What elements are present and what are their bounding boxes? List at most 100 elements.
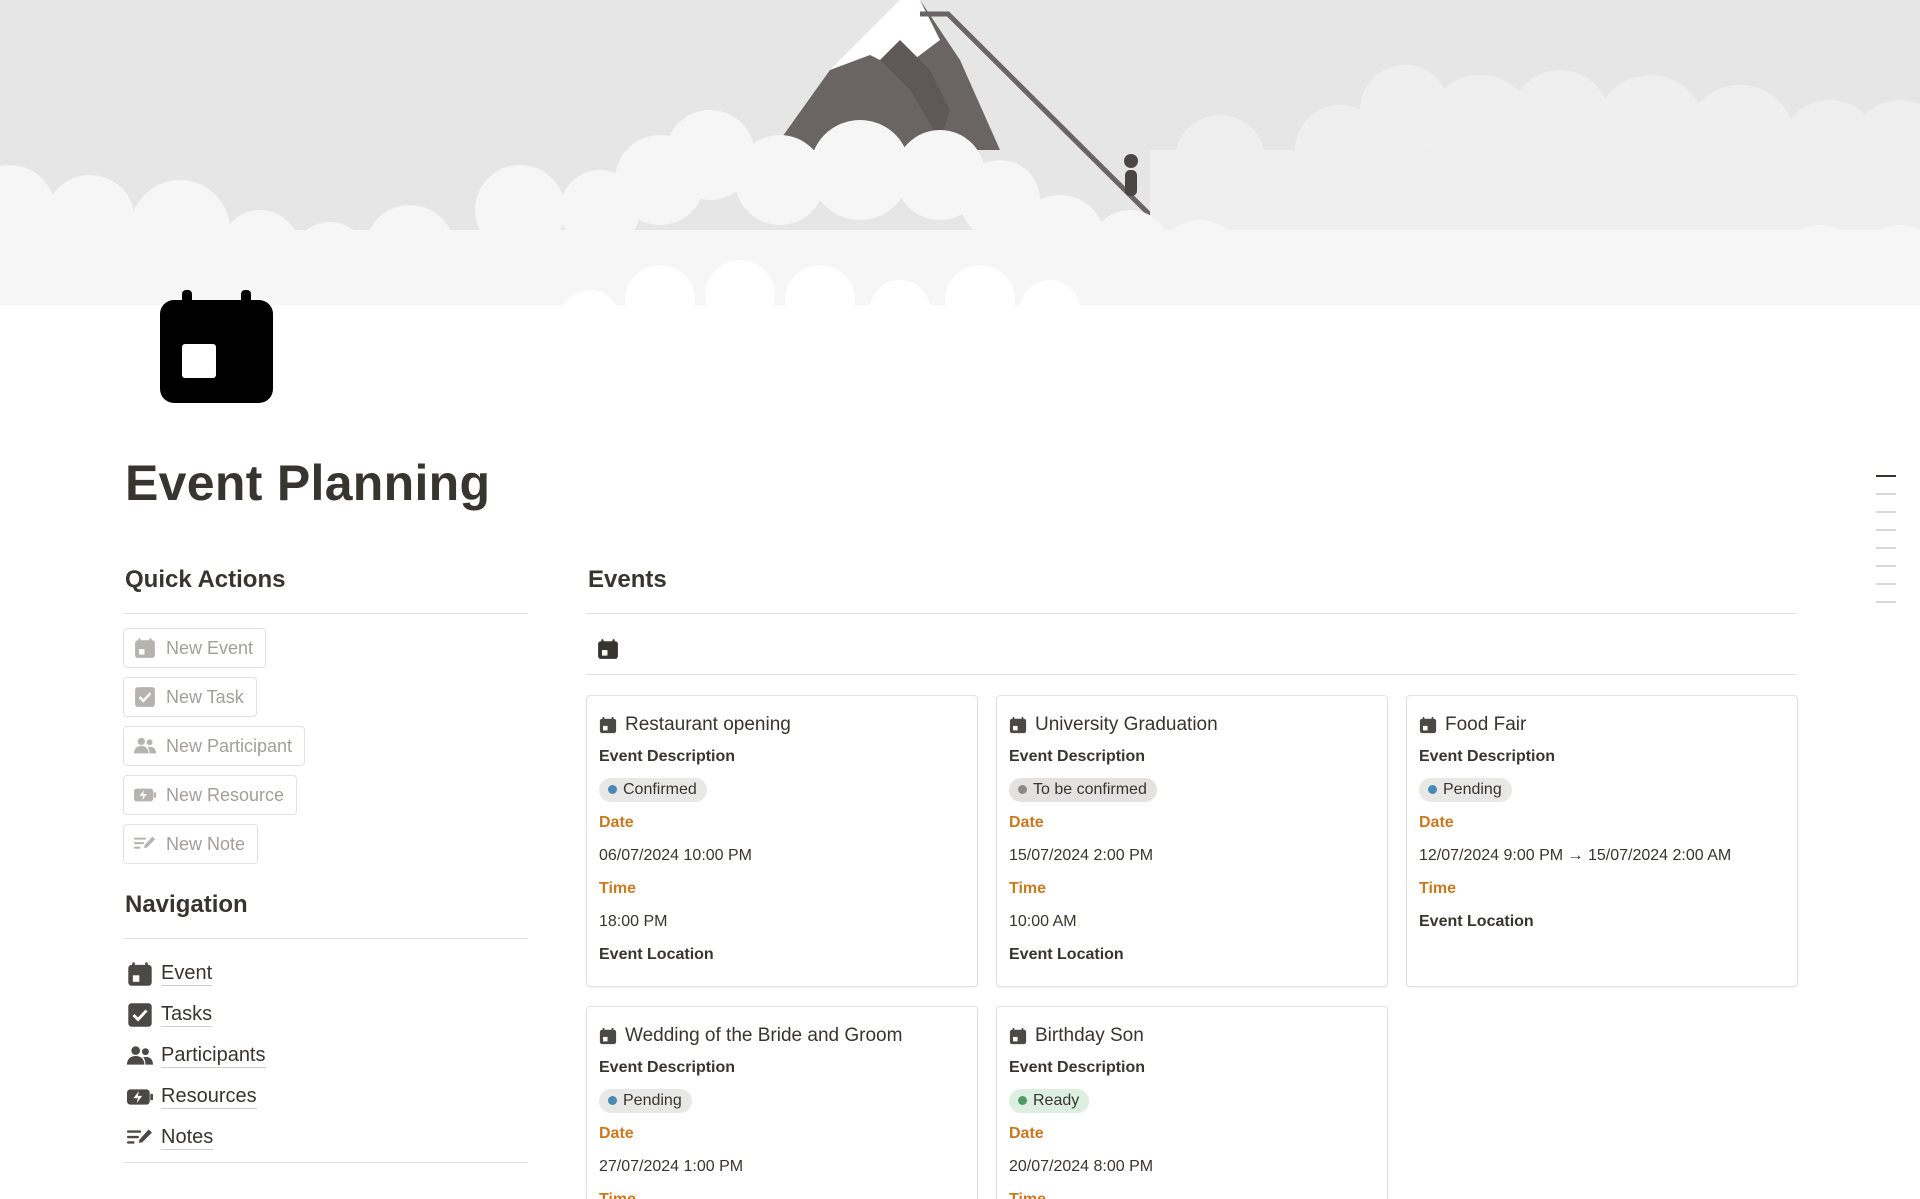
calendar-icon [1009, 716, 1027, 734]
edit-lines-icon [134, 836, 156, 849]
date-label: Date [599, 1125, 634, 1142]
calendar-icon [599, 716, 617, 734]
status-badge: Pending [1419, 777, 1512, 802]
edit-lines-icon [127, 1128, 152, 1144]
checkbox-icon [128, 1002, 152, 1027]
calendar-icon[interactable] [160, 290, 273, 403]
navigation-heading: Navigation [125, 891, 248, 918]
new-event-label: New Event [166, 637, 254, 658]
time-label: Time [1009, 880, 1047, 897]
quick-actions-divider [123, 613, 528, 614]
event-description-label: Event Description [599, 748, 736, 765]
events-divider [586, 613, 1797, 614]
date-label: Date [1009, 814, 1044, 831]
nav-item-label[interactable]: Event [161, 961, 213, 986]
event-date: 27/07/2024 1:00 PM [599, 1158, 744, 1175]
event-date: 20/07/2024 8:00 PM [1009, 1158, 1154, 1175]
new-participant-label: New Participant [166, 735, 293, 756]
event-location-label: Event Location [1419, 913, 1534, 930]
toc-line[interactable] [1876, 511, 1896, 513]
toc-line[interactable] [1876, 601, 1896, 603]
status-badge: Ready [1009, 1088, 1090, 1113]
nav-item-tasks[interactable]: Tasks [127, 994, 527, 1035]
people-icon [127, 1045, 153, 1065]
calendar-icon [128, 961, 152, 986]
nav-item-event[interactable]: Event [127, 953, 527, 994]
page: Event Planning Quick Actions New Event N… [0, 0, 1920, 1199]
new-event-button[interactable]: New Event [123, 628, 267, 668]
event-card[interactable]: Birthday Son Event Description Ready Dat… [996, 1006, 1388, 1199]
event-description-label: Event Description [599, 1059, 736, 1076]
event-card[interactable]: Restaurant opening Event Description Con… [586, 695, 978, 987]
table-of-contents[interactable] [1876, 475, 1896, 619]
date-label: Date [1009, 1125, 1044, 1142]
event-card[interactable]: University Graduation Event Description … [996, 695, 1388, 987]
calendar-icon [1419, 716, 1437, 734]
status-badge: Pending [599, 1088, 692, 1113]
nav-item-resources[interactable]: Resources [127, 1076, 527, 1117]
new-note-label: New Note [166, 833, 246, 854]
calendar-icon [599, 1027, 617, 1045]
toc-line[interactable] [1876, 583, 1896, 585]
event-date: 15/07/2024 2:00 PM [1009, 847, 1154, 864]
time-label: Time [599, 880, 637, 897]
event-card[interactable]: Food Fair Event Description Pending Date… [1406, 695, 1798, 987]
view-tabs-divider [586, 674, 1797, 675]
nav-item-label[interactable]: Resources [161, 1084, 257, 1109]
toc-line[interactable] [1876, 475, 1896, 477]
event-description-label: Event Description [1009, 1059, 1146, 1076]
calendar-icon [135, 638, 155, 658]
event-card-title: Birthday Son [1035, 1025, 1144, 1046]
time-label: Time [1009, 1183, 1375, 1199]
quick-actions-list: New Event New Task New Participant New R… [123, 628, 528, 873]
status-badge: Confirmed [599, 777, 707, 802]
event-card-title: Wedding of the Bride and Groom [625, 1025, 903, 1046]
nav-item-label[interactable]: Notes [161, 1125, 214, 1150]
calendar-icon [1009, 1027, 1027, 1045]
new-task-button[interactable]: New Task [123, 677, 257, 717]
nav-item-notes[interactable]: Notes [127, 1117, 527, 1158]
page-title[interactable]: Event Planning [125, 454, 490, 512]
event-card-title: Restaurant opening [625, 714, 791, 735]
calendar-view-tab[interactable] [597, 638, 619, 660]
time-label: Time [1419, 880, 1457, 897]
navigation-divider [123, 938, 528, 939]
events-heading: Events [588, 566, 667, 593]
checkbox-icon [135, 687, 155, 707]
event-description-label: Event Description [1009, 748, 1146, 765]
event-date: 06/07/2024 10:00 PM [599, 847, 753, 864]
event-time: 10:00 AM [1009, 913, 1077, 930]
navigation-list: Event Tasks Participants Resources Notes [127, 953, 527, 1158]
date-label: Date [599, 814, 634, 831]
event-description-label: Event Description [1419, 748, 1556, 765]
event-card-title: University Graduation [1035, 714, 1218, 735]
event-card[interactable]: Wedding of the Bride and Groom Event Des… [586, 1006, 978, 1199]
time-label: Time [599, 1183, 965, 1199]
event-location-label: Event Location [599, 946, 714, 963]
new-participant-button[interactable]: New Participant [123, 726, 306, 766]
toc-line[interactable] [1876, 493, 1896, 495]
battery-bolt-icon [134, 788, 156, 802]
new-task-label: New Task [166, 686, 244, 707]
nav-item-label[interactable]: Participants [161, 1043, 266, 1068]
status-badge: To be confirmed [1009, 777, 1157, 802]
nav-item-participants[interactable]: Participants [127, 1035, 527, 1076]
toc-line[interactable] [1876, 547, 1896, 549]
event-time: 18:00 PM [599, 913, 668, 930]
event-card-title: Food Fair [1445, 714, 1527, 735]
event-location-label: Event Location [1009, 946, 1124, 963]
date-label: Date [1419, 814, 1454, 831]
new-resource-button[interactable]: New Resource [123, 775, 298, 815]
cover-image [0, 0, 1920, 330]
battery-bolt-icon [127, 1088, 153, 1105]
calendar-icon [598, 639, 618, 659]
event-date: 12/07/2024 9:00 PM → 15/07/2024 2:00 AM [1419, 847, 1732, 864]
navigation-bottom-divider [123, 1162, 528, 1163]
new-note-button[interactable]: New Note [123, 824, 259, 864]
people-icon [134, 737, 156, 754]
toc-line[interactable] [1876, 565, 1896, 567]
toc-line[interactable] [1876, 529, 1896, 531]
nav-item-label[interactable]: Tasks [161, 1002, 213, 1027]
quick-actions-heading: Quick Actions [125, 566, 286, 593]
new-resource-label: New Resource [166, 784, 285, 805]
